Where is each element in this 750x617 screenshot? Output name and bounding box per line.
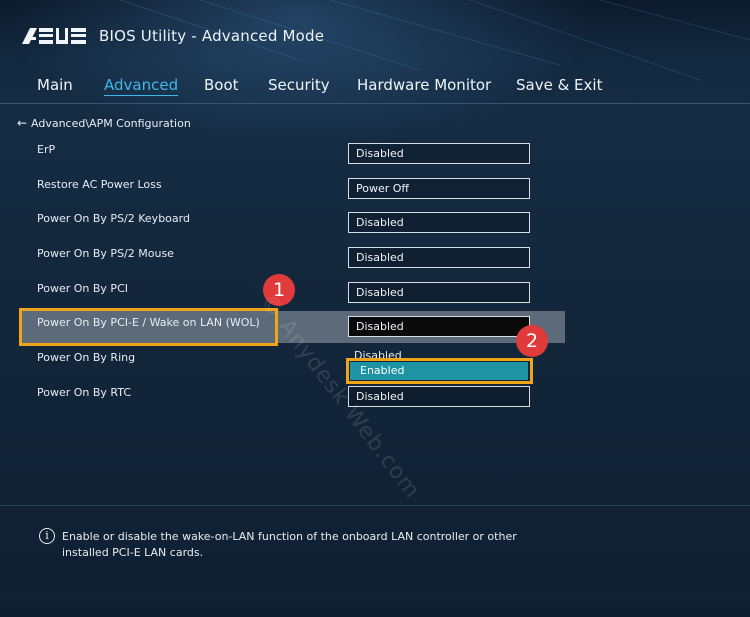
setting-label-pci: Power On By PCI	[37, 282, 128, 295]
tab-security[interactable]: Security	[268, 76, 330, 94]
setting-value-pci[interactable]: Disabled	[348, 282, 530, 303]
left-arrow-icon[interactable]: ←	[17, 116, 31, 130]
breadcrumb-path: Advanced\APM Configuration	[31, 117, 191, 130]
breadcrumb: ← Advanced\APM Configuration	[17, 116, 191, 130]
header: BIOS Utility - Advanced Mode	[0, 0, 750, 62]
tab-divider	[0, 103, 750, 104]
window-title: BIOS Utility - Advanced Mode	[99, 27, 325, 45]
footer-strip	[0, 592, 750, 617]
setting-label-ring: Power On By Ring	[37, 351, 136, 364]
tab-boot[interactable]: Boot	[204, 76, 239, 94]
setting-value-rtc[interactable]: Disabled	[348, 386, 530, 407]
setting-label-erp: ErP	[37, 143, 56, 156]
info-icon: i	[39, 528, 55, 544]
tab-save-exit[interactable]: Save & Exit	[516, 76, 602, 94]
step-badge-2: 2	[516, 325, 548, 357]
setting-label-rtc: Power On By RTC	[37, 386, 132, 399]
setting-value-ps2-keyboard[interactable]: Disabled	[348, 212, 530, 233]
asus-logo	[22, 28, 86, 44]
setting-value-ps2-mouse[interactable]: Disabled	[348, 247, 530, 268]
help-divider	[0, 505, 750, 506]
highlight-box-step2	[346, 358, 533, 384]
setting-label-restore-ac-power-loss: Restore AC Power Loss	[37, 178, 162, 191]
tab-hardware-monitor[interactable]: Hardware Monitor	[357, 76, 491, 94]
setting-label-ps2-mouse: Power On By PS/2 Mouse	[37, 247, 174, 260]
highlight-box-step1	[19, 308, 278, 346]
setting-label-ps2-keyboard: Power On By PS/2 Keyboard	[37, 212, 190, 225]
setting-value-pcie-wol[interactable]: Disabled	[348, 316, 530, 337]
tab-advanced[interactable]: Advanced	[104, 76, 178, 94]
tab-main[interactable]: Main	[37, 76, 73, 94]
setting-value-restore-ac-power-loss[interactable]: Power Off	[348, 178, 530, 199]
tab-bar: Main Advanced Boot Security Hardware Mon…	[0, 76, 750, 98]
setting-value-erp[interactable]: Disabled	[348, 143, 530, 164]
help-text: Enable or disable the wake-on-LAN functi…	[62, 530, 517, 559]
